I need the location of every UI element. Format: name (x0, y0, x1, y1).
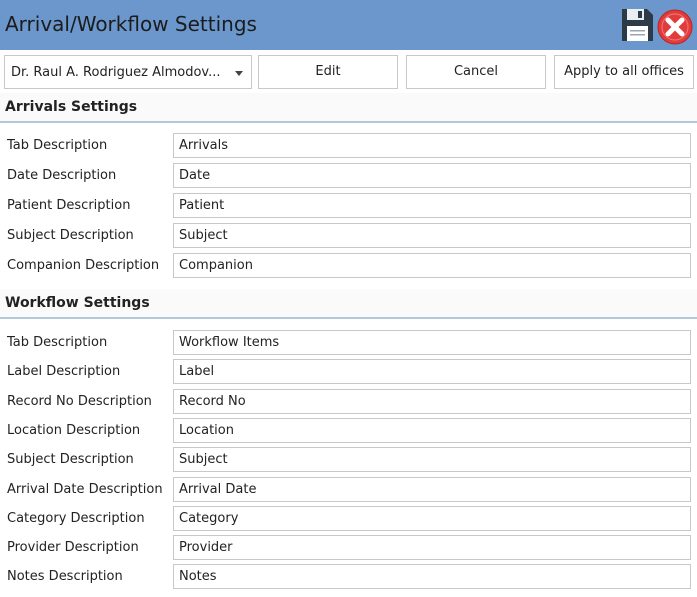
arrivals-subject-description-input[interactable] (173, 223, 691, 248)
section-title: Arrivals Settings (5, 99, 138, 115)
arrivals-companion-description-input[interactable] (173, 253, 691, 278)
workflow-label-description-input[interactable] (173, 359, 691, 384)
chevron-down-icon (235, 71, 243, 76)
arrivals-tab-description-input[interactable] (173, 133, 691, 158)
workflow-arrival-date-description-label: Arrival Date Description (7, 482, 163, 497)
arrivals-patient-description-label: Patient Description (7, 198, 131, 213)
title-bar: Arrival/Workflow Settings (0, 0, 697, 50)
workflow-subject-description-input[interactable] (173, 447, 691, 472)
workflow-label-description-label: Label Description (7, 364, 121, 379)
window-title: Arrival/Workflow Settings (5, 12, 257, 36)
cancel-button[interactable]: Cancel (406, 55, 546, 89)
workflow-tab-description-label: Tab Description (7, 335, 108, 350)
workflow-notes-description-label: Notes Description (7, 569, 123, 584)
arrivals-companion-description-label: Companion Description (7, 258, 160, 273)
arrivals-patient-description-input[interactable] (173, 193, 691, 218)
provider-select-value: Dr. Raul A. Rodriguez Almodov... (11, 65, 221, 80)
arrivals-settings-header: Arrivals Settings (0, 93, 697, 123)
apply-to-all-offices-button[interactable]: Apply to all offices (554, 55, 694, 89)
workflow-tab-description-input[interactable] (173, 330, 691, 355)
section-title: Workflow Settings (5, 295, 150, 311)
workflow-notes-description-input[interactable] (173, 564, 691, 589)
workflow-record-no-description-label: Record No Description (7, 394, 152, 409)
close-icon[interactable] (656, 8, 694, 46)
arrivals-tab-description-label: Tab Description (7, 138, 108, 153)
workflow-subject-description-label: Subject Description (7, 452, 134, 467)
provider-select[interactable]: Dr. Raul A. Rodriguez Almodov... (4, 55, 252, 89)
arrivals-subject-description-label: Subject Description (7, 228, 134, 243)
workflow-location-description-input[interactable] (173, 418, 691, 443)
arrivals-date-description-label: Date Description (7, 168, 117, 183)
workflow-category-description-label: Category Description (7, 511, 145, 526)
floppy-disk-icon[interactable] (619, 7, 655, 43)
workflow-provider-description-label: Provider Description (7, 540, 139, 555)
arrivals-date-description-input[interactable] (173, 163, 691, 188)
workflow-category-description-input[interactable] (173, 506, 691, 531)
workflow-provider-description-input[interactable] (173, 535, 691, 560)
workflow-settings-header: Workflow Settings (0, 289, 697, 319)
workflow-location-description-label: Location Description (7, 423, 141, 438)
workflow-record-no-description-input[interactable] (173, 389, 691, 414)
edit-button[interactable]: Edit (258, 55, 398, 89)
workflow-arrival-date-description-input[interactable] (173, 477, 691, 502)
